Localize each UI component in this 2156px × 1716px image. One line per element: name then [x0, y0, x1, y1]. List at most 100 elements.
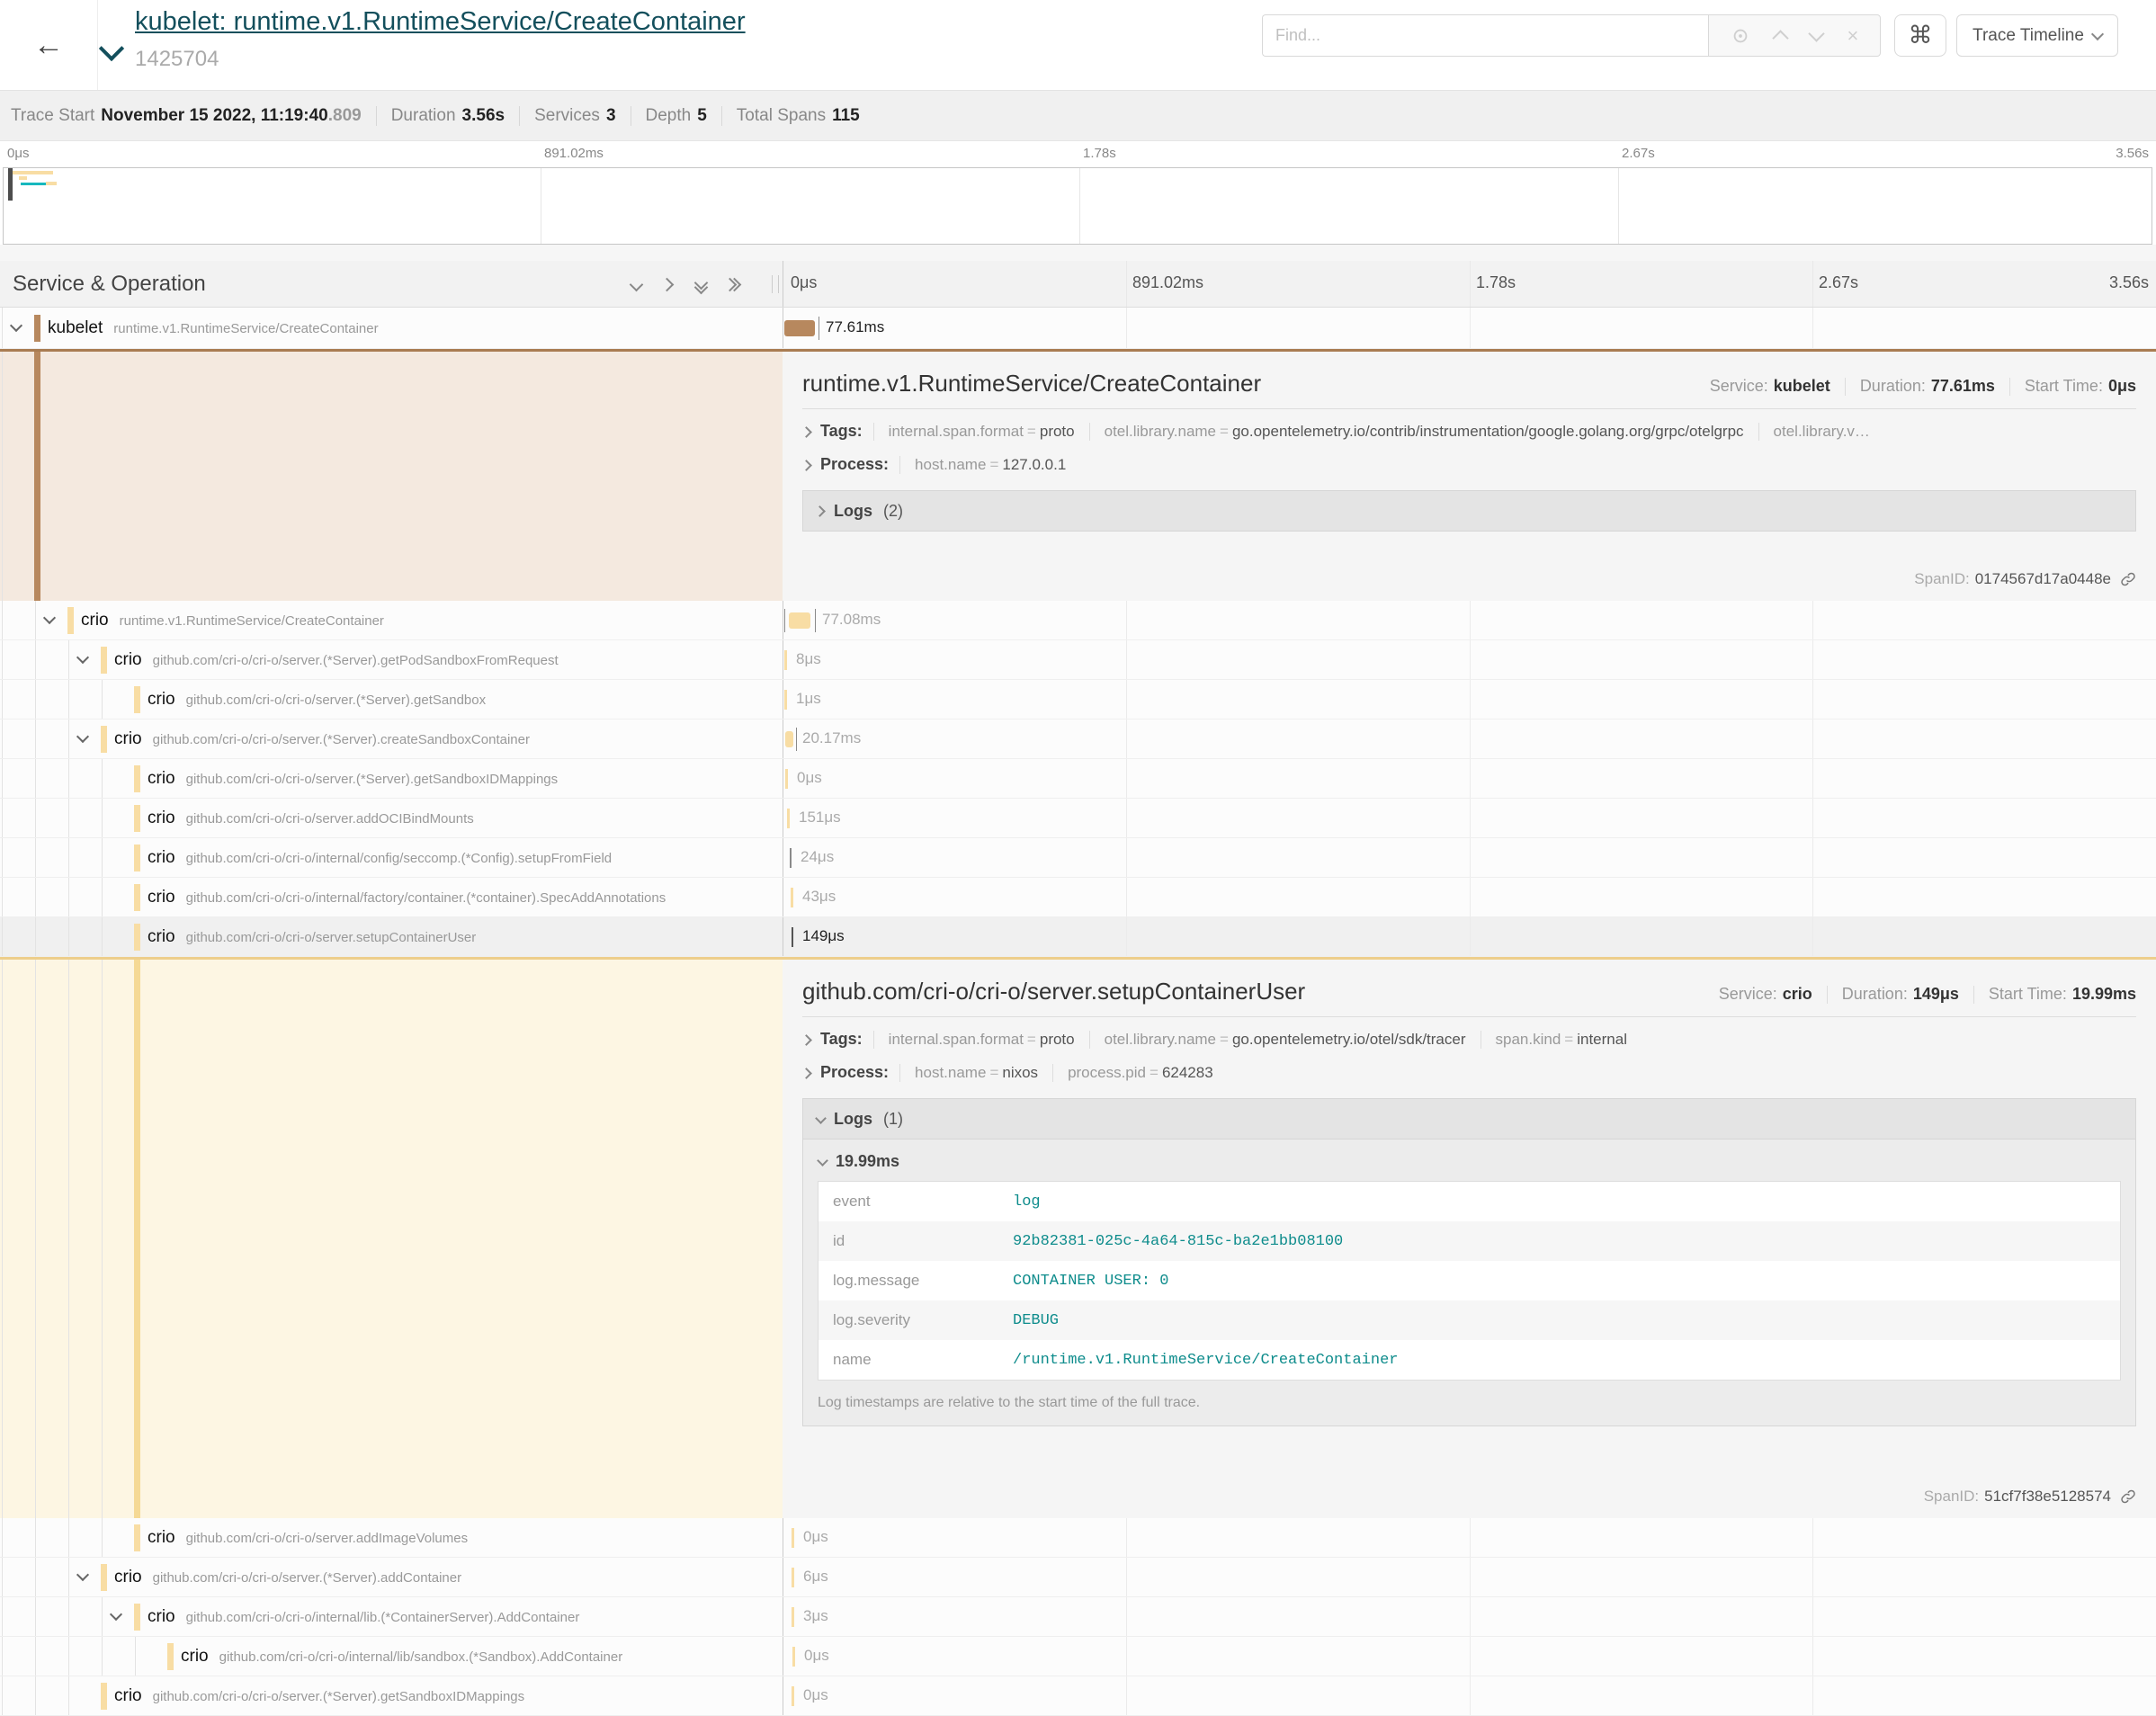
span-id-label: SpanID:	[1924, 1488, 1979, 1506]
span-row[interactable]: crio github.com/cri-o/cri-o/server.(*Ser…	[0, 680, 2156, 719]
tags-accordion[interactable]: Tags: internal.span.format=proto otel.li…	[783, 1017, 2156, 1050]
tag-value: internal	[1577, 1031, 1627, 1048]
span-row[interactable]: crio runtime.v1.RuntimeService/CreateCon…	[0, 601, 2156, 640]
process-accordion[interactable]: Process: host.name=127.0.0.1	[783, 442, 2156, 476]
back-button[interactable]: ←	[0, 0, 98, 90]
service-color-bar	[34, 315, 40, 342]
span-operation: github.com/cri-o/cri-o/server.(*Server).…	[153, 732, 530, 747]
service-color-bar	[101, 1564, 107, 1591]
locate-icon[interactable]	[1731, 26, 1750, 46]
span-row[interactable]: crio github.com/cri-o/cri-o/server.(*Ser…	[0, 759, 2156, 799]
span-bar[interactable]	[792, 1647, 795, 1667]
span-row[interactable]: crio github.com/cri-o/cri-o/internal/fac…	[0, 878, 2156, 917]
service-color-bar	[134, 805, 140, 832]
logs-accordion[interactable]: Logs (1)	[802, 1098, 2136, 1140]
span-bar[interactable]	[792, 1686, 794, 1706]
find-clear-icon[interactable]: ×	[1847, 26, 1858, 46]
span-bar[interactable]	[792, 1607, 794, 1627]
span-row[interactable]: crio github.com/cri-o/cri-o/internal/con…	[0, 838, 2156, 878]
span-duration: 3μs	[803, 1607, 828, 1625]
find-prev-icon[interactable]	[1772, 30, 1788, 46]
logs-label: Logs	[834, 1110, 872, 1129]
span-bar[interactable]	[790, 848, 792, 868]
page-header: ← kubelet: runtime.v1.RuntimeService/Cre…	[0, 0, 2156, 90]
span-duration: 77.08ms	[822, 611, 881, 629]
service-label: Service:	[1719, 985, 1777, 1004]
span-bar[interactable]	[792, 1528, 794, 1548]
span-bar[interactable]	[785, 731, 793, 747]
collapse-all-icon[interactable]	[694, 278, 707, 290]
span-duration: 6μs	[803, 1568, 828, 1586]
start-time-label: Start Time:	[1989, 985, 2067, 1004]
view-selector-button[interactable]: Trace Timeline	[1956, 14, 2118, 57]
span-bar[interactable]	[784, 650, 787, 670]
row-collapse-icon[interactable]	[11, 321, 22, 332]
tags-accordion[interactable]: Tags: internal.span.format=proto otel.li…	[783, 409, 2156, 442]
services-value: 3	[606, 106, 616, 126]
log-field-key: log.severity	[819, 1311, 1013, 1329]
copy-link-icon[interactable]	[2120, 571, 2136, 587]
row-collapse-icon[interactable]	[77, 653, 88, 664]
row-collapse-icon[interactable]	[77, 1570, 88, 1581]
span-row[interactable]: crio github.com/cri-o/cri-o/server.addOC…	[0, 799, 2156, 838]
span-duration: 0μs	[803, 1528, 828, 1546]
collapse-one-icon[interactable]	[630, 278, 642, 290]
column-resizer-handle[interactable]	[772, 275, 779, 293]
log-field-value: log	[1013, 1193, 1041, 1211]
span-bar[interactable]	[784, 320, 815, 336]
span-operation: github.com/cri-o/cri-o/internal/lib/sand…	[219, 1649, 623, 1665]
process-accordion[interactable]: Process: host.name=nixos process.pid=624…	[783, 1050, 2156, 1084]
span-row[interactable]: kubelet runtime.v1.RuntimeService/Create…	[0, 308, 2156, 349]
span-row[interactable]: crio github.com/cri-o/cri-o/internal/lib…	[0, 1597, 2156, 1637]
minimap-tick: 0μs	[7, 146, 30, 161]
row-collapse-icon[interactable]	[77, 732, 88, 743]
chevron-down-icon	[818, 1157, 827, 1166]
row-collapse-icon[interactable]	[111, 1610, 121, 1621]
span-operation: runtime.v1.RuntimeService/CreateContaine…	[120, 613, 384, 629]
expand-all-icon[interactable]	[727, 278, 739, 290]
span-row[interactable]: crio github.com/cri-o/cri-o/server.(*Ser…	[0, 1558, 2156, 1597]
span-row[interactable]: crio github.com/cri-o/cri-o/server.(*Ser…	[0, 640, 2156, 680]
log-field-key: id	[819, 1232, 1013, 1250]
span-row-selected[interactable]: crio github.com/cri-o/cri-o/server.setup…	[0, 917, 2156, 957]
copy-link-icon[interactable]	[2120, 1488, 2136, 1505]
keyboard-shortcuts-button[interactable]: ⌘	[1894, 14, 1946, 57]
tag-key: otel.library.name	[1105, 423, 1216, 440]
span-bar[interactable]	[792, 927, 793, 947]
find-input[interactable]	[1262, 14, 1708, 57]
span-bar[interactable]	[789, 612, 810, 629]
log-field-value: /runtime.v1.RuntimeService/CreateContain…	[1013, 1352, 1398, 1369]
log-field-row: id 92b82381-025c-4a64-815c-ba2e1bb08100	[819, 1221, 2120, 1261]
span-bar[interactable]	[787, 809, 790, 828]
find-controls: ×	[1708, 14, 1881, 57]
logs-accordion[interactable]: Logs (2)	[802, 490, 2136, 532]
logs-label: Logs	[834, 502, 872, 521]
trace-title-chevron-down-icon[interactable]	[101, 38, 122, 59]
span-bar[interactable]	[784, 690, 787, 710]
service-color-stripe	[34, 352, 40, 601]
row-collapse-icon[interactable]	[44, 613, 55, 624]
span-row[interactable]: crio github.com/cri-o/cri-o/server.(*Ser…	[0, 719, 2156, 759]
tag-value: proto	[1040, 423, 1075, 440]
span-bar[interactable]	[785, 769, 788, 789]
minimap-span-strip	[19, 176, 27, 180]
span-bar[interactable]	[791, 888, 793, 907]
find-next-icon[interactable]	[1809, 25, 1825, 41]
span-duration: 0μs	[797, 769, 822, 787]
ruler-tick: 3.56s	[2109, 273, 2149, 292]
trace-minimap[interactable]	[3, 167, 2152, 245]
expand-one-icon[interactable]	[662, 278, 675, 290]
span-bar[interactable]	[792, 1568, 794, 1587]
tag-key: span.kind	[1496, 1031, 1561, 1048]
trace-title-link[interactable]: kubelet: runtime.v1.RuntimeService/Creat…	[135, 7, 746, 37]
tag-key: otel.library.v…	[1774, 423, 1870, 440]
service-color-bar	[101, 726, 107, 753]
log-entry-time: 19.99ms	[836, 1152, 899, 1171]
log-entry-header[interactable]: 19.99ms	[818, 1141, 2121, 1181]
span-row[interactable]: crio github.com/cri-o/cri-o/server.addIm…	[0, 1518, 2156, 1558]
span-row[interactable]: crio github.com/cri-o/cri-o/internal/lib…	[0, 1637, 2156, 1676]
span-row[interactable]: crio github.com/cri-o/cri-o/server.(*Ser…	[0, 1676, 2156, 1716]
minimap-scrubber-handle[interactable]	[8, 168, 13, 201]
duration-value: 77.61ms	[1931, 377, 1995, 396]
total-spans-value: 115	[832, 106, 860, 126]
